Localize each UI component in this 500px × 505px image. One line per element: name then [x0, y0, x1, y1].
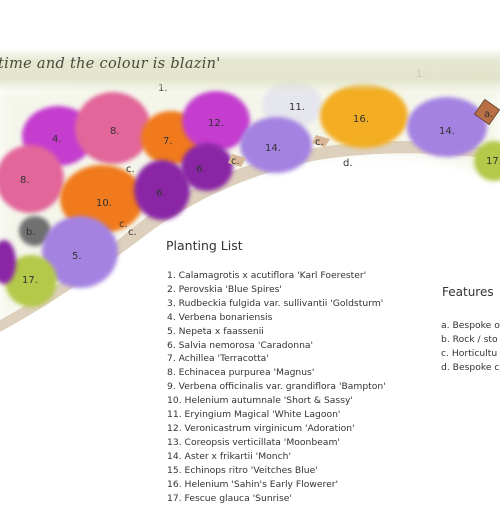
plant-label: 14. — [265, 143, 281, 154]
plant-clump: 14. — [240, 117, 312, 173]
planting-list-item: 8. Echinacea purpurea 'Magnus' — [167, 366, 386, 380]
feature-label: c. — [119, 219, 128, 230]
plant-label: 8. — [110, 126, 120, 137]
features-heading: Features — [442, 285, 494, 299]
plant-clump: 16. — [320, 84, 408, 148]
features-list: a. Bespoke o b. Rock / sto c. Horticultu… — [441, 319, 500, 375]
planting-list-item: 15. Echinops ritro 'Veitches Blue' — [167, 464, 386, 478]
planting-list-heading: Planting List — [166, 238, 243, 253]
plant-label: 4. — [52, 134, 62, 145]
planting-list-item: 2. Perovskia 'Blue Spires' — [167, 283, 386, 297]
plant-label: 10. — [96, 198, 112, 209]
feature-label: c. — [128, 227, 137, 238]
feature-mark: c. — [119, 219, 128, 230]
feature-label: c. — [231, 156, 240, 167]
features-list-item: b. Rock / sto — [441, 333, 500, 347]
features-list-item: d. Bespoke c — [441, 361, 500, 375]
feature-mark: c. — [128, 227, 137, 238]
planting-list-item: 4. Verbena bonariensis — [167, 311, 386, 325]
planting-list-item: 14. Aster x frikartii 'Monch' — [167, 450, 386, 464]
plant-label: 12. — [208, 118, 224, 129]
planting-list-item: 3. Rudbeckia fulgida var. sullivantii 'G… — [167, 297, 386, 311]
features-list-item: a. Bespoke o — [441, 319, 500, 333]
feature-label: a. — [484, 109, 493, 120]
plant-label: 17. — [486, 156, 500, 167]
planting-list-item: 13. Coreopsis verticillata 'Moonbeam' — [167, 436, 386, 450]
features-list-item: c. Horticultu — [441, 347, 500, 361]
planting-list-item: 7. Achillea 'Terracotta' — [167, 352, 386, 366]
plant-label: b. — [26, 227, 36, 238]
plant-label: 6. — [156, 188, 166, 199]
plant-clump: 12. — [182, 91, 250, 151]
planting-list-item: 1. Calamagrotis x acutiflora 'Karl Foere… — [167, 269, 386, 283]
plant-label: 16. — [353, 114, 369, 125]
planting-list-item: 10. Helenium autumnale 'Short & Sassy' — [167, 394, 386, 408]
planting-list-item: 5. Nepeta x faassenii — [167, 325, 386, 339]
feature-label: c. — [315, 137, 324, 148]
plant-label: 8. — [20, 175, 30, 186]
plant-label: 5. — [72, 251, 82, 262]
plant-label: 17. — [22, 275, 38, 286]
planting-list: 1. Calamagrotis x acutiflora 'Karl Foere… — [167, 269, 386, 505]
planting-list-item: 9. Verbena officinalis var. grandiflora … — [167, 380, 386, 394]
planting-list-item: 16. Helenium 'Sahin's Early Flowerer' — [167, 478, 386, 492]
plant-clump: 6. — [134, 160, 190, 220]
planting-list-item: 11. Eryingium Magical 'White Lagoon' — [167, 408, 386, 422]
feature-mark: d. — [343, 158, 353, 169]
plant-label: 11. — [289, 102, 305, 113]
feature-label: d. — [343, 158, 353, 169]
plant-label: 14. — [439, 126, 455, 137]
plant-label: 7. — [163, 136, 173, 147]
plant-label: 6. — [196, 164, 206, 175]
feature-mark: c. — [126, 164, 135, 175]
feature-label: c. — [126, 164, 135, 175]
banner-script-title: time and the colour is blazin' — [0, 56, 221, 72]
planting-list-item: 17. Fescue glauca 'Sunrise' — [167, 492, 386, 505]
planting-list-item: 6. Salvia nemorosa 'Caradonna' — [167, 339, 386, 353]
planting-list-item: 12. Veronicastrum virginicum 'Adoration' — [167, 422, 386, 436]
plant-clump: 14. — [407, 97, 487, 157]
plant-clump: 8. — [75, 92, 151, 164]
